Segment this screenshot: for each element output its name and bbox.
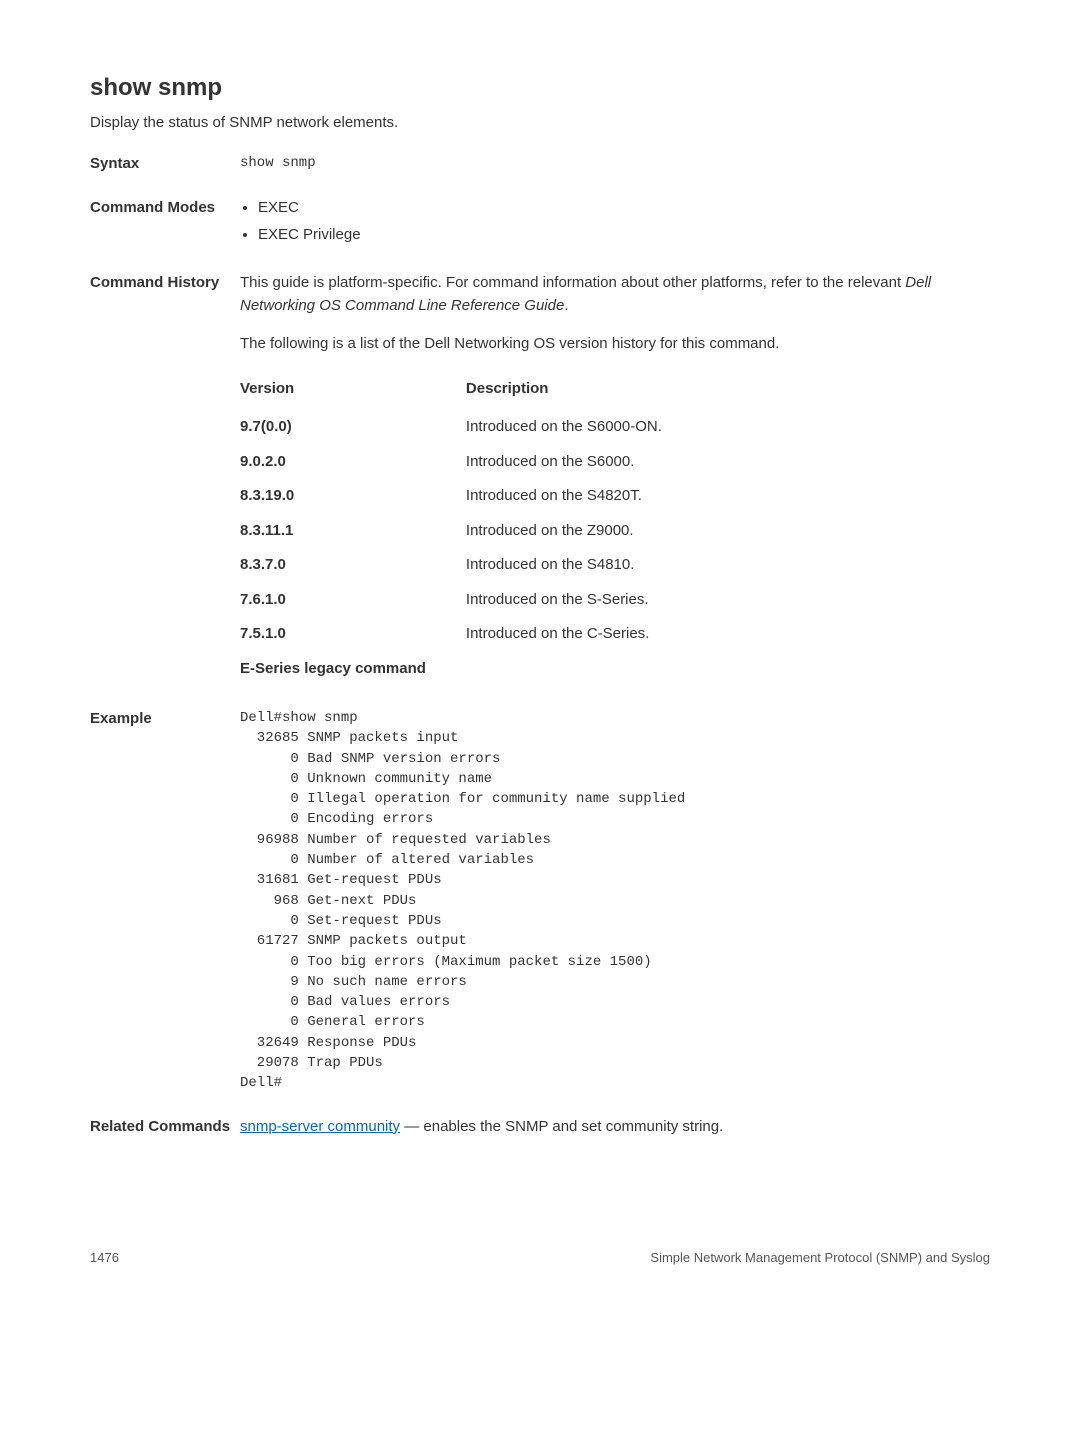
table-row: 8.3.7.0Introduced on the S4810. [240, 548, 702, 583]
version-cell: 9.7(0.0) [240, 410, 466, 445]
intro-text: Display the status of SNMP network eleme… [90, 112, 990, 135]
desc-cell: Introduced on the C-Series. [466, 617, 702, 652]
table-row: 9.7(0.0)Introduced on the S6000-ON. [240, 410, 702, 445]
syntax-value: show snmp [240, 153, 990, 176]
page-number: 1476 [90, 1248, 119, 1268]
version-cell: 7.6.1.0 [240, 583, 466, 618]
related-commands-label: Related Commands [90, 1116, 240, 1139]
example-label: Example [90, 708, 240, 1094]
snmp-server-community-link[interactable]: snmp-server community [240, 1118, 400, 1135]
history-para2: The following is a list of the Dell Netw… [240, 333, 990, 356]
command-modes-label: Command Modes [90, 197, 240, 250]
desc-cell [466, 652, 702, 687]
version-cell: 9.0.2.0 [240, 445, 466, 480]
desc-cell: Introduced on the S-Series. [466, 583, 702, 618]
version-table: Version Description 9.7(0.0)Introduced o… [240, 372, 702, 687]
mode-item: EXEC [258, 197, 990, 220]
table-row: 7.6.1.0Introduced on the S-Series. [240, 583, 702, 618]
related-after-text: — enables the SNMP and set community str… [400, 1118, 723, 1135]
table-row: E-Series legacy command [240, 652, 702, 687]
table-row: 8.3.11.1Introduced on the Z9000. [240, 514, 702, 549]
command-history-label: Command History [90, 272, 240, 686]
desc-cell: Introduced on the S4820T. [466, 479, 702, 514]
version-cell: 8.3.19.0 [240, 479, 466, 514]
related-commands-content: snmp-server community — enables the SNMP… [240, 1116, 990, 1139]
desc-cell: Introduced on the S6000-ON. [466, 410, 702, 445]
version-cell: 8.3.11.1 [240, 514, 466, 549]
table-row: 8.3.19.0Introduced on the S4820T. [240, 479, 702, 514]
desc-cell: Introduced on the Z9000. [466, 514, 702, 549]
table-row: 9.0.2.0Introduced on the S6000. [240, 445, 702, 480]
version-col-header: Version [240, 372, 466, 411]
version-cell: 7.5.1.0 [240, 617, 466, 652]
mode-item: EXEC Privilege [258, 224, 990, 247]
history-para1: This guide is platform-specific. For com… [240, 272, 990, 317]
history-para1-post: . [564, 297, 568, 314]
example-output: Dell#show snmp 32685 SNMP packets input … [240, 708, 990, 1094]
footer-title: Simple Network Management Protocol (SNMP… [650, 1248, 990, 1268]
desc-cell: Introduced on the S6000. [466, 445, 702, 480]
page-heading: show snmp [90, 70, 990, 106]
page-footer: 1476 Simple Network Management Protocol … [90, 1248, 990, 1268]
syntax-label: Syntax [90, 153, 240, 176]
desc-cell: Introduced on the S4810. [466, 548, 702, 583]
table-row: 7.5.1.0Introduced on the C-Series. [240, 617, 702, 652]
description-col-header: Description [466, 372, 702, 411]
version-cell: E-Series legacy command [240, 652, 466, 687]
history-para1-pre: This guide is platform-specific. For com… [240, 274, 905, 291]
version-cell: 8.3.7.0 [240, 548, 466, 583]
command-modes-list: EXEC EXEC Privilege [240, 197, 990, 246]
